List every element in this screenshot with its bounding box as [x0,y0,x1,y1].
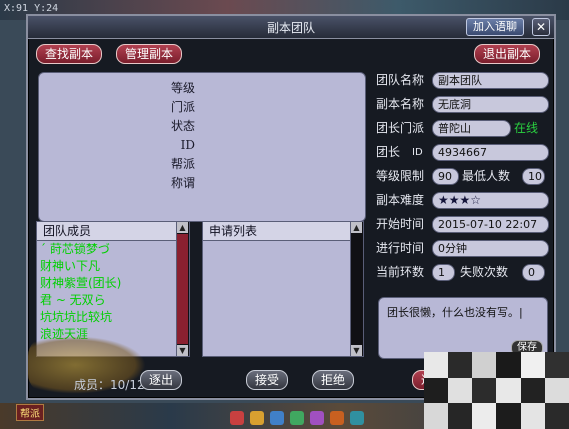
dungeon-name-label: 副本名称 [376,97,425,111]
team-name-label: 团队名称 [376,73,425,87]
team-name-value: 副本团队 [432,72,549,89]
info-label-id: ID [180,138,195,152]
accept-button[interactable]: 接受 [246,370,289,390]
request-list-scrollbar[interactable]: ▲ ▼ [350,222,363,356]
manage-dungeon-button[interactable]: 管理副本 [116,44,183,64]
star-icon: ★★★☆ [438,193,482,207]
info-label-sect: 门派 [170,100,195,114]
scroll-down-icon[interactable]: ▼ [177,345,188,356]
request-list-header: 申请列表 [203,222,363,241]
request-list[interactable]: 申请列表 ▲ ▼ [202,221,364,357]
find-dungeon-button[interactable]: 查找副本 [36,44,103,64]
dock-icon-7[interactable] [350,411,364,425]
list-item[interactable]: 坑坑坑比较坑 [37,309,189,326]
leader-id-value: 4934667 [432,144,549,161]
guild-shortcut[interactable]: 帮派 [16,404,44,421]
min-members-value: 10 [522,168,545,185]
member-info-panel: 等级 门派 状态 ID 帮派 称谓 [38,72,366,222]
elapsed-time-value: 0分钟 [432,240,549,257]
kick-button[interactable]: 逐出 [140,370,183,390]
list-item[interactable]: 财神紫萱(团长) [37,275,189,292]
dock-icon-2[interactable] [250,411,264,425]
fail-count-label: 失败次数 [460,265,509,279]
exit-dungeon-button[interactable]: 退出副本 [474,44,541,64]
reject-button[interactable]: 拒绝 [312,370,355,390]
leader-note-text[interactable]: 团长很懒，什么也没有写。| [387,304,523,320]
start-time-value: 2015-07-10 22:07 [432,216,549,233]
team-window: 副本团队 加入语聊 ✕ 查找副本 管理副本 退出副本 等级 门派 状态 ID 帮… [26,14,556,400]
dungeon-name-value: 无底洞 [432,96,549,113]
member-count: 成员：10/12 [74,378,145,392]
scroll-down-icon[interactable]: ▼ [351,345,362,356]
min-members-label: 最低人数 [462,169,511,183]
list-item[interactable]: 财神い下凡 [37,258,189,275]
scroll-up-icon[interactable]: ▲ [177,222,188,233]
dock-icon-5[interactable] [310,411,324,425]
leader-note-box[interactable]: 团长很懒，什么也没有写。| 保存 [378,297,548,359]
list-item[interactable]: ´ 莳芯锁梦づ [37,241,189,258]
member-list-header: 团队成员 [37,222,189,241]
close-icon[interactable]: ✕ [532,18,550,36]
dock-icon-3[interactable] [270,411,284,425]
difficulty-label: 副本难度 [376,193,425,207]
current-round-value: 1 [432,264,455,281]
member-list-scrollbar[interactable]: ▲ ▼ [176,222,189,356]
level-limit-label: 等级限制 [376,169,425,183]
leader-sect-label: 团长门派 [376,121,425,135]
pixelated-overlay [424,352,569,429]
leader-label: 团长 [376,145,401,159]
scroll-up-icon[interactable]: ▲ [351,222,362,233]
info-label-status: 状态 [170,119,195,133]
dock-icons [230,411,364,425]
online-status: 在线 [514,121,539,135]
info-label-level: 等级 [170,81,195,95]
title-bar[interactable]: 副本团队 加入语聊 ✕ [28,16,554,39]
elapsed-time-label: 进行时间 [376,241,425,255]
start-time-label: 开始时间 [376,217,425,231]
dock-icon-6[interactable] [330,411,344,425]
coordinates-readout: X:91 Y:24 [4,3,59,14]
dock-icon-4[interactable] [290,411,304,425]
dock-icon-1[interactable] [230,411,244,425]
join-voice-chat-button[interactable]: 加入语聊 [466,18,524,36]
difficulty-stars: ★★★☆ [432,192,549,209]
level-limit-value: 90 [432,168,459,185]
leader-sect-value: 普陀山 [432,120,511,137]
info-label-guild: 帮派 [170,157,195,171]
fail-count-value: 0 [522,264,545,281]
leader-id-label: ID [412,147,423,158]
list-item[interactable]: 君 ~ 无双ら [37,292,189,309]
scroll-thumb[interactable] [177,234,188,344]
info-label-title: 称谓 [170,176,195,190]
current-round-label: 当前环数 [376,265,425,279]
